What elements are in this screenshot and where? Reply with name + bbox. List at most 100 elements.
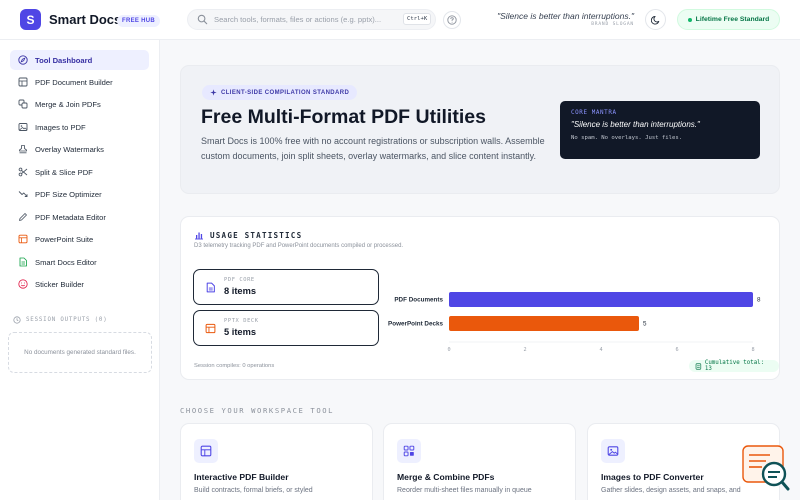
tool-icon-wrap bbox=[397, 439, 421, 463]
help-button[interactable] bbox=[443, 11, 461, 29]
search-input[interactable]: Search tools, formats, files or actions … bbox=[214, 15, 381, 24]
layout-icon bbox=[200, 445, 212, 457]
moon-icon bbox=[650, 15, 659, 25]
core-mantra-card: CORE MANTRA "Silence is better than inte… bbox=[560, 101, 760, 159]
cumulative-total-label: Cumulative total: 13 bbox=[704, 360, 765, 372]
tool-description: Gather slides, design assets, and snaps,… bbox=[601, 487, 741, 494]
sidebar-item-split-slice[interactable]: Split & Slice PDF bbox=[10, 162, 149, 182]
presentation-icon bbox=[18, 234, 28, 244]
stamp-icon bbox=[19, 145, 27, 154]
sidebar-item-merge-join[interactable]: Merge & Join PDFs bbox=[10, 94, 149, 114]
chart-tick-label: 0 bbox=[447, 347, 450, 353]
sidebar-item-label: Split & Slice PDF bbox=[35, 167, 93, 177]
brand-slogan: "Silence is better than interruptions." … bbox=[497, 11, 634, 27]
sidebar-item-images-to-pdf[interactable]: Images to PDF bbox=[10, 117, 149, 137]
chart-tick-label: 4 bbox=[599, 347, 602, 353]
stack-icon bbox=[695, 362, 702, 370]
pen-icon bbox=[19, 213, 27, 221]
compilation-badge: CLIENT-SIDE COMPILATION STANDARD bbox=[202, 85, 358, 100]
usage-statistics-panel: USAGE STATISTICS D3 telemetry tracking P… bbox=[180, 216, 780, 380]
free-hub-badge: FREE HUB bbox=[117, 15, 161, 27]
sidebar-item-sticker-builder[interactable]: Sticker Builder bbox=[10, 274, 149, 294]
sidebar-item-pdf-document-builder[interactable]: PDF Document Builder bbox=[10, 72, 149, 92]
stats-title: USAGE STATISTICS bbox=[210, 230, 303, 240]
chart-bar bbox=[449, 316, 639, 331]
sidebar-item-size-optimizer[interactable]: PDF Size Optimizer bbox=[10, 184, 149, 204]
usage-bar-chart: PDF Documents 8 PowerPoint Decks 5 0 2 4 6 8 bbox=[388, 292, 761, 353]
chart-tick-label: 2 bbox=[523, 347, 526, 353]
chart-bar bbox=[449, 292, 753, 307]
compilation-badge-label: CLIENT-SIDE COMPILATION STANDARD bbox=[221, 89, 350, 96]
compass-icon bbox=[18, 55, 28, 65]
sidebar-item-label: PowerPoint Suite bbox=[35, 234, 94, 244]
sidebar-item-label: Overlay Watermarks bbox=[35, 144, 104, 154]
theme-toggle-button[interactable] bbox=[645, 9, 666, 30]
assistant-chat-button[interactable] bbox=[742, 445, 790, 493]
tool-card-pdf-builder[interactable]: Interactive PDF Builder Build contracts,… bbox=[180, 423, 373, 500]
app-logo[interactable]: S bbox=[20, 9, 41, 30]
sidebar-item-label: PDF Size Optimizer bbox=[35, 189, 102, 199]
stats-subtitle: D3 telemetry tracking PDF and PowerPoint… bbox=[194, 243, 404, 249]
mantra-quote: "Silence is better than interruptions." bbox=[571, 120, 700, 129]
sidebar-item-overlay-watermarks[interactable]: Overlay Watermarks bbox=[10, 139, 149, 159]
session-outputs-empty: No documents generated standard files. bbox=[8, 332, 152, 373]
image-icon bbox=[607, 446, 619, 456]
sidebar-item-label: Tool Dashboard bbox=[35, 55, 93, 65]
hero-title: Free Multi-Format PDF Utilities bbox=[201, 106, 486, 128]
chart-data-label: 8 bbox=[757, 297, 761, 304]
clock-icon bbox=[13, 316, 21, 324]
sidebar-item-label: Images to PDF bbox=[35, 122, 86, 132]
session-outputs-title: SESSION OUTPUTS (0) bbox=[26, 317, 108, 323]
mantra-subtext: No spam. No overlays. Just files. bbox=[571, 135, 683, 141]
pdf-core-value: 8 items bbox=[224, 286, 257, 296]
help-icon bbox=[447, 15, 457, 25]
tool-title: Interactive PDF Builder bbox=[194, 472, 289, 482]
search-bar[interactable]: Search tools, formats, files or actions … bbox=[187, 9, 436, 30]
search-icon bbox=[197, 14, 208, 25]
pptx-deck-card: PPTX DECK 5 items bbox=[193, 310, 379, 346]
lifetime-free-label: Lifetime Free Standard bbox=[695, 16, 770, 23]
pdf-core-label: PDF CORE bbox=[224, 277, 255, 283]
tool-icon-wrap bbox=[601, 439, 625, 463]
sidebar-item-powerpoint-suite[interactable]: PowerPoint Suite bbox=[10, 229, 149, 249]
slogan-attribution: BRAND SLOGAN bbox=[591, 22, 634, 27]
session-compiles-text: Session compiles: 0 operations bbox=[194, 363, 275, 369]
tool-icon-wrap bbox=[194, 439, 218, 463]
merge-icon bbox=[403, 445, 415, 457]
app-name[interactable]: Smart Docs bbox=[49, 12, 121, 27]
slogan-text: "Silence is better than interruptions." bbox=[497, 11, 634, 21]
sidebar-item-metadata-editor[interactable]: PDF Metadata Editor bbox=[10, 207, 149, 227]
bar-chart-icon bbox=[195, 232, 203, 240]
document-grid-icon bbox=[18, 77, 28, 87]
sidebar-item-label: Merge & Join PDFs bbox=[35, 99, 101, 109]
tool-description: Reorder multi-sheet files manually in qu… bbox=[397, 487, 532, 494]
sidebar-item-label: Sticker Builder bbox=[35, 279, 84, 289]
merge-icon bbox=[18, 99, 28, 109]
sidebar-item-label: PDF Document Builder bbox=[35, 77, 113, 87]
chart-category-label: PDF Documents bbox=[394, 297, 443, 304]
pdf-core-card: PDF CORE 8 items bbox=[193, 269, 379, 305]
hero-panel: CLIENT-SIDE COMPILATION STANDARD Free Mu… bbox=[180, 65, 780, 194]
chart-tick-label: 8 bbox=[751, 347, 754, 353]
stats-header: USAGE STATISTICS bbox=[194, 230, 302, 240]
workspace-section-title: CHOOSE YOUR WORKSPACE TOOL bbox=[180, 406, 335, 415]
sidebar: Tool Dashboard PDF Document Builder Merg… bbox=[0, 40, 160, 500]
smile-icon bbox=[18, 279, 28, 289]
sidebar-item-label: PDF Metadata Editor bbox=[35, 212, 106, 222]
sidebar-item-smart-docs-editor[interactable]: Smart Docs Editor bbox=[10, 252, 149, 272]
sidebar-item-label: Smart Docs Editor bbox=[35, 257, 97, 267]
cumulative-total-pill: Cumulative total: 13 bbox=[689, 360, 779, 372]
tool-title: Merge & Combine PDFs bbox=[397, 472, 495, 482]
sparkle-icon bbox=[210, 89, 217, 96]
chart-tick-label: 6 bbox=[675, 347, 678, 353]
doc-edit-icon bbox=[19, 257, 27, 267]
chart-category-label: PowerPoint Decks bbox=[388, 321, 443, 328]
main-content: CLIENT-SIDE COMPILATION STANDARD Free Mu… bbox=[160, 40, 800, 500]
pptx-deck-label: PPTX DECK bbox=[224, 318, 259, 324]
tool-card-merge-combine[interactable]: Merge & Combine PDFs Reorder multi-sheet… bbox=[383, 423, 576, 500]
sidebar-item-tool-dashboard[interactable]: Tool Dashboard bbox=[10, 50, 149, 70]
mantra-title: CORE MANTRA bbox=[571, 110, 617, 116]
hero-description: Smart Docs is 100% free with no account … bbox=[201, 136, 545, 161]
tool-title: Images to PDF Converter bbox=[601, 472, 704, 482]
tool-description: Build contracts, formal briefs, or style… bbox=[194, 487, 313, 494]
